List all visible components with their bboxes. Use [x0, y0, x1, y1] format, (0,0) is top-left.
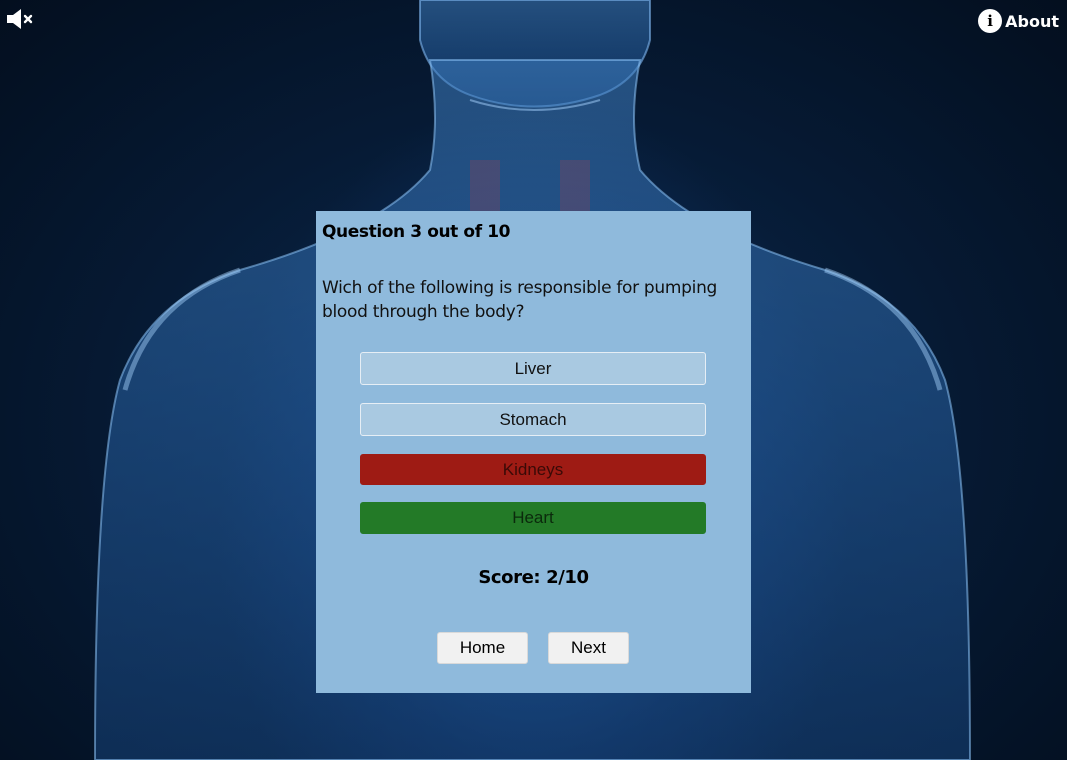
- question-text: Wich of the following is responsible for…: [322, 278, 718, 322]
- about-label: About: [1005, 11, 1059, 31]
- speaker-muted-icon: [7, 9, 33, 29]
- home-button[interactable]: Home: [437, 632, 528, 664]
- mute-toggle-button[interactable]: [6, 8, 38, 30]
- question-counter: Question 3 out of 10: [322, 222, 511, 242]
- answer-option-heart[interactable]: Heart: [360, 502, 706, 534]
- answer-option-stomach[interactable]: Stomach: [360, 403, 706, 436]
- next-button[interactable]: Next: [548, 632, 629, 664]
- window-bottom-edge: [0, 760, 1067, 764]
- answer-option-liver[interactable]: Liver: [360, 352, 706, 385]
- about-button[interactable]: i About: [978, 8, 1059, 34]
- info-icon: i: [978, 9, 1003, 33]
- quiz-panel: Question 3 out of 10 Wich of the followi…: [316, 211, 751, 693]
- answer-option-kidneys[interactable]: Kidneys: [360, 454, 706, 485]
- score-display: Score: 2/10: [478, 567, 589, 588]
